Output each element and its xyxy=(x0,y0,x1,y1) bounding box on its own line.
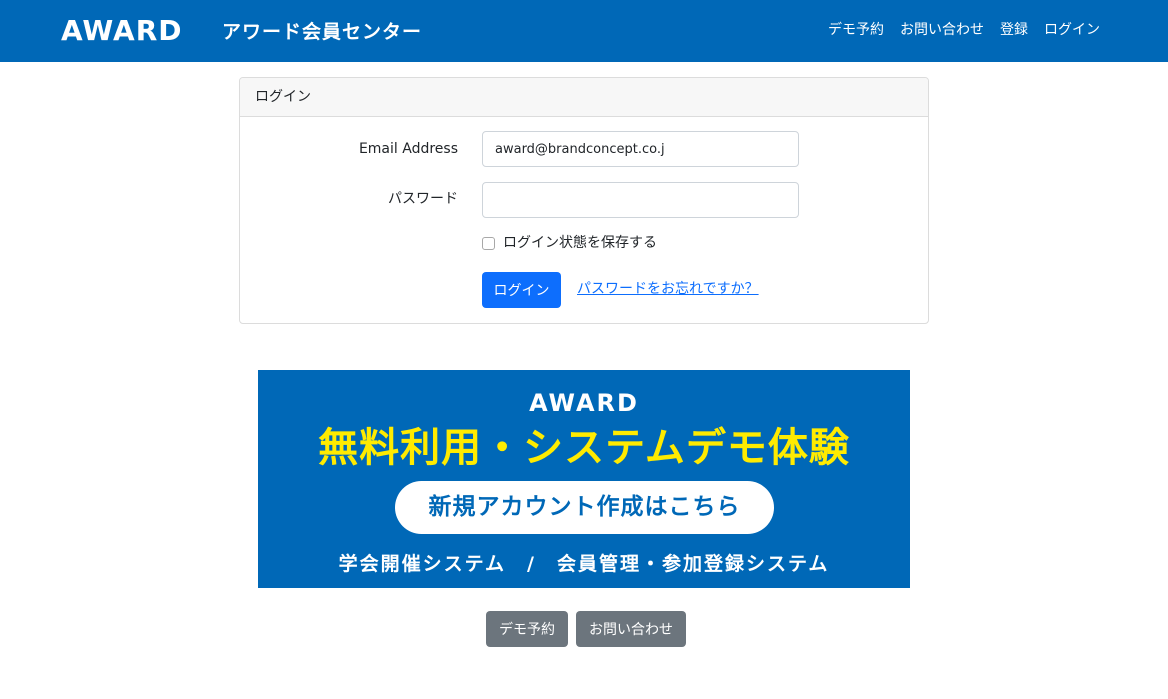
nav-contact[interactable]: お問い合わせ xyxy=(900,19,984,41)
banner-subtitle: 学会開催システム / 会員管理・参加登録システム xyxy=(338,553,830,575)
nav-register[interactable]: 登録 xyxy=(1000,19,1028,41)
remember-row: ログイン状態を保存する xyxy=(482,233,657,253)
email-label: Email Address xyxy=(358,141,458,157)
password-label: パスワード xyxy=(388,191,458,207)
login-button[interactable]: ログイン xyxy=(482,272,561,308)
nav-login[interactable]: ログイン xyxy=(1044,19,1100,41)
banner-logo: AWARD xyxy=(529,389,639,417)
top-navbar: AWARD アワード会員センター デモ予約 お問い合わせ 登録 ログイン xyxy=(0,0,1168,62)
remember-checkbox[interactable] xyxy=(482,236,495,250)
create-account-button[interactable]: 新規アカウント作成はこちら xyxy=(395,481,774,534)
nav-demo-reservation[interactable]: デモ予約 xyxy=(828,19,884,41)
email-input[interactable] xyxy=(482,131,799,167)
footer-contact-button[interactable]: お問い合わせ xyxy=(576,611,686,647)
login-card-header: ログイン xyxy=(240,78,928,117)
footer-buttons: デモ予約 お問い合わせ xyxy=(486,611,686,647)
award-logo[interactable]: AWARD xyxy=(61,17,183,45)
remember-label[interactable]: ログイン状態を保存する xyxy=(503,233,657,253)
site-title[interactable]: アワード会員センター xyxy=(222,20,422,44)
login-card: ログイン Email Address パスワード ログイン状態を保存する ログイ… xyxy=(239,77,929,324)
password-input[interactable] xyxy=(482,182,799,218)
demo-banner[interactable]: AWARD 無料利用・システムデモ体験 新規アカウント作成はこちら 学会開催シス… xyxy=(258,370,910,588)
forgot-password-link[interactable]: パスワードをお忘れですか？ xyxy=(577,279,759,299)
nav-links: デモ予約 お問い合わせ 登録 ログイン xyxy=(828,19,1100,41)
banner-headline: 無料利用・システムデモ体験 xyxy=(318,425,850,471)
footer-demo-button[interactable]: デモ予約 xyxy=(486,611,568,647)
